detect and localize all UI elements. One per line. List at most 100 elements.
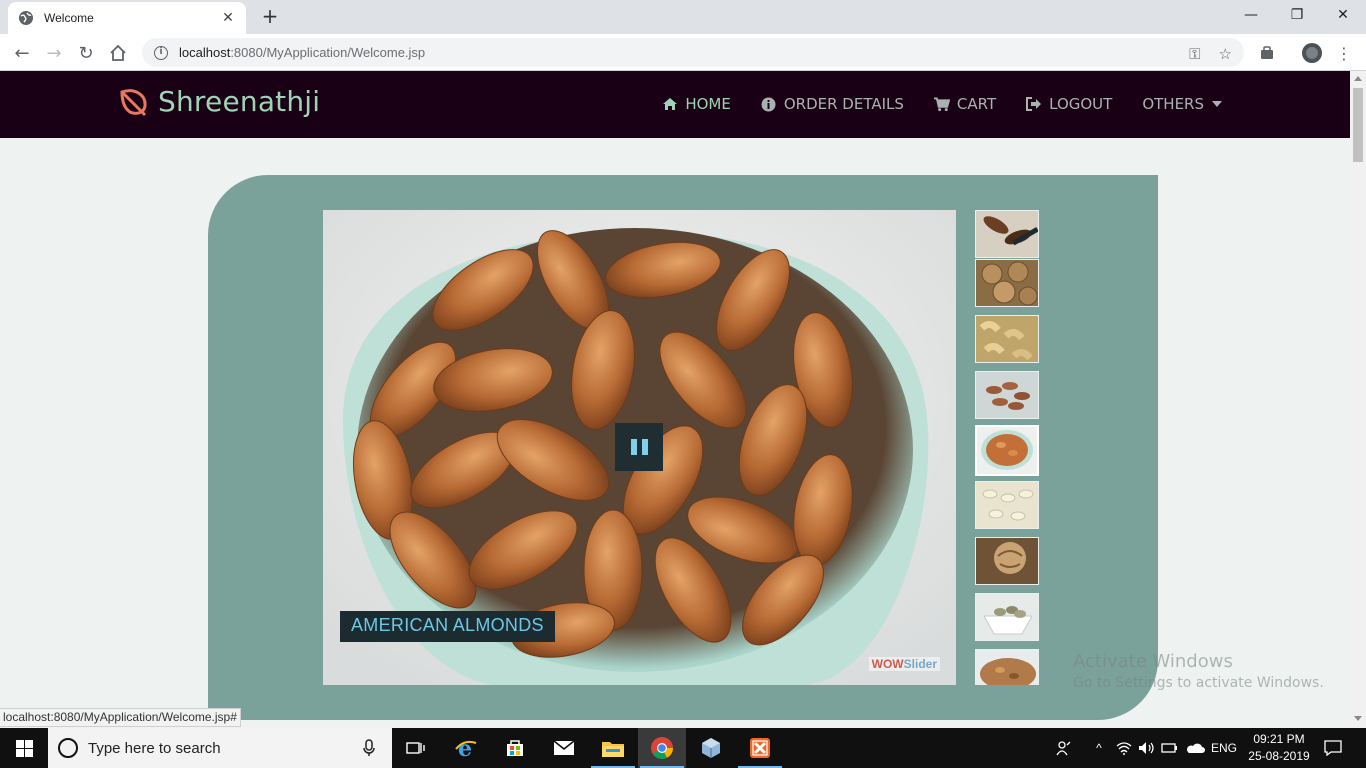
- menu-item-cart[interactable]: CART: [933, 95, 997, 113]
- leaf-icon: [120, 88, 147, 116]
- mail-icon[interactable]: [540, 728, 588, 768]
- site-navbar: Shreenathji HOME ORDER DETAILS CART LOGO…: [0, 71, 1350, 138]
- notifications-icon[interactable]: [1320, 728, 1346, 768]
- bookmark-star-icon[interactable]: ☆: [1219, 45, 1232, 63]
- watermark-line2: Go to Settings to activate Windows.: [1073, 675, 1324, 691]
- home-icon: [662, 96, 678, 112]
- tray-overflow-icon[interactable]: ^: [1088, 728, 1110, 768]
- thumbnail-8[interactable]: [975, 593, 1039, 641]
- pause-button[interactable]: [615, 423, 663, 471]
- thumbnail-6[interactable]: [975, 481, 1039, 529]
- windows-taskbar: Type here to search e ^ ENG 09:21 PM 25-…: [0, 728, 1366, 768]
- thumbnail-2[interactable]: [975, 259, 1039, 307]
- file-explorer-icon[interactable]: [589, 728, 637, 768]
- thumbnail-7[interactable]: [975, 537, 1039, 585]
- wowslider-logo[interactable]: WOWSlider: [868, 657, 940, 671]
- site-info-icon[interactable]: i: [154, 45, 168, 60]
- address-bar[interactable]: i localhost:8080/MyApplication/Welcome.j…: [142, 38, 1244, 67]
- menu-label: OTHERS: [1142, 95, 1204, 113]
- cashews-white-thumbnail-image: [976, 482, 1038, 528]
- browser-menu-icon[interactable]: ⋮: [1333, 42, 1355, 64]
- onedrive-icon[interactable]: [1183, 728, 1207, 768]
- page-scrollbar[interactable]: [1350, 71, 1366, 728]
- menu-item-others[interactable]: OTHERS: [1142, 95, 1222, 113]
- new-tab-icon[interactable]: +: [260, 6, 280, 26]
- slider-panel: AMERICAN ALMONDS WOWSlider: [208, 175, 1158, 720]
- restore-icon[interactable]: ❐: [1274, 0, 1320, 30]
- profile-avatar[interactable]: [1301, 42, 1323, 64]
- thumbnail-4[interactable]: [975, 371, 1039, 419]
- pistachios-thumbnail-image: [976, 594, 1038, 640]
- menu-label: HOME: [685, 95, 731, 113]
- taskbar-search-box[interactable]: Type here to search: [48, 728, 392, 768]
- language-indicator[interactable]: ENG: [1208, 728, 1240, 768]
- virtualbox-icon[interactable]: [687, 728, 735, 768]
- chrome-icon[interactable]: [638, 728, 686, 768]
- thumbnail-9[interactable]: [975, 649, 1039, 685]
- power-plug-icon[interactable]: [1159, 728, 1181, 768]
- menu-label: CART: [956, 95, 997, 113]
- scroll-up-icon[interactable]: [1354, 76, 1362, 81]
- svg-text:e: e: [458, 737, 472, 759]
- reload-icon[interactable]: ↻: [74, 41, 98, 65]
- figs-thumbnail-image: [976, 260, 1038, 306]
- tab-close-icon[interactable]: ✕: [220, 10, 236, 26]
- internet-explorer-icon[interactable]: e: [442, 728, 490, 768]
- back-icon[interactable]: ←: [10, 41, 34, 65]
- store-icon[interactable]: [491, 728, 539, 768]
- volume-icon[interactable]: [1136, 728, 1158, 768]
- thumbnail-3[interactable]: [975, 315, 1039, 363]
- thumbnail-strip: [975, 210, 1039, 685]
- browser-tab[interactable]: Welcome ✕: [8, 2, 246, 34]
- cortana-icon: [58, 738, 78, 758]
- logout-icon: [1026, 96, 1042, 112]
- slide-image-almonds[interactable]: AMERICAN ALMONDS WOWSlider: [323, 210, 956, 685]
- caret-down-icon: [1212, 101, 1222, 107]
- microphone-icon[interactable]: [358, 737, 380, 759]
- extension-icon[interactable]: [1256, 42, 1278, 64]
- menu-item-home[interactable]: HOME: [662, 95, 731, 113]
- main-menu: HOME ORDER DETAILS CART LOGOUT OTHERS: [662, 95, 1222, 113]
- network-icon[interactable]: [1113, 728, 1135, 768]
- windows-start-icon[interactable]: [0, 728, 48, 768]
- url-path: :8080/MyApplication/Welcome.jsp: [230, 45, 426, 60]
- minimize-icon[interactable]: —: [1228, 0, 1274, 30]
- mixed-nuts-thumbnail-image: [976, 650, 1038, 685]
- scrollbar-thumb[interactable]: [1353, 88, 1363, 162]
- cart-icon: [933, 96, 950, 112]
- menu-label: LOGOUT: [1049, 95, 1113, 113]
- taskbar-clock[interactable]: 09:21 PM 25-08-2019: [1246, 731, 1312, 765]
- clock-date: 25-08-2019: [1248, 749, 1310, 763]
- thumbnail-5[interactable]: [975, 425, 1039, 476]
- forward-icon[interactable]: →: [42, 41, 66, 65]
- walnuts-thumbnail-image: [976, 538, 1038, 584]
- dates-thumbnail-image: [976, 211, 1038, 257]
- browser-tabstrip: Welcome ✕ + — ❐ ✕: [0, 0, 1366, 34]
- pause-bar-left: [630, 439, 637, 455]
- status-bar-url: localhost:8080/MyApplication/Welcome.jsp…: [0, 708, 241, 727]
- url-host: localhost: [179, 45, 231, 60]
- windows-activation-watermark: Activate Windows Go to Settings to activ…: [1073, 651, 1324, 691]
- menu-item-logout[interactable]: LOGOUT: [1026, 95, 1112, 113]
- wowslider-logo-part2: Slider: [903, 657, 937, 671]
- tab-title: Welcome: [44, 11, 94, 25]
- pause-bar-right: [641, 439, 648, 455]
- watermark-line1: Activate Windows: [1073, 651, 1233, 672]
- almond-bowl-thumbnail-image: [977, 427, 1037, 474]
- slide-caption: AMERICAN ALMONDS: [340, 611, 555, 642]
- xampp-icon[interactable]: [736, 728, 784, 768]
- menu-item-order-details[interactable]: ORDER DETAILS: [761, 95, 904, 113]
- thumbnail-1[interactable]: [975, 210, 1039, 258]
- scroll-down-icon[interactable]: [1354, 716, 1362, 721]
- info-icon: [761, 96, 777, 112]
- almonds-thumbnail-image: [976, 372, 1038, 418]
- clock-time: 09:21 PM: [1253, 732, 1305, 746]
- window-close-icon[interactable]: ✕: [1320, 0, 1366, 30]
- taskbar-search-placeholder: Type here to search: [88, 739, 221, 757]
- home-button-icon[interactable]: [106, 41, 130, 65]
- menu-label: ORDER DETAILS: [783, 95, 904, 113]
- task-view-icon[interactable]: [392, 728, 440, 768]
- key-icon[interactable]: ⚿: [1189, 45, 1200, 63]
- brand[interactable]: Shreenathji: [118, 85, 320, 118]
- people-icon[interactable]: [1052, 728, 1076, 768]
